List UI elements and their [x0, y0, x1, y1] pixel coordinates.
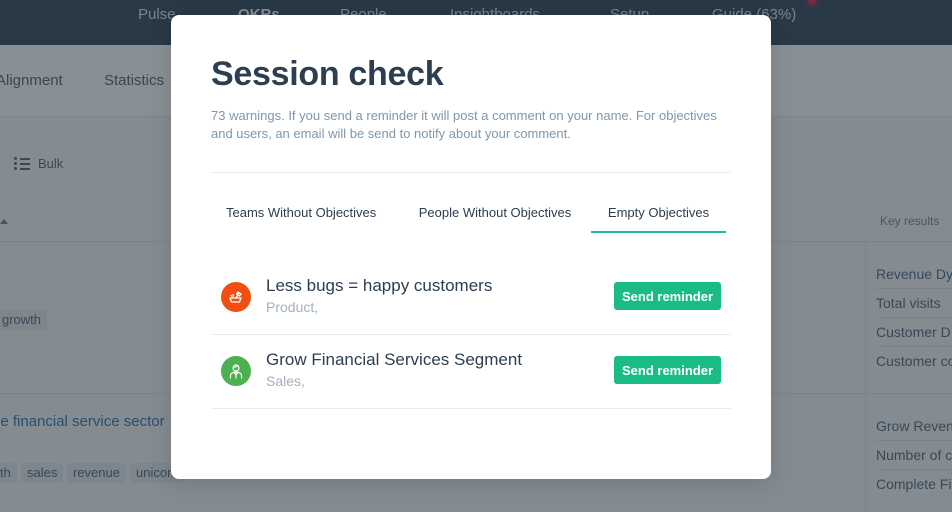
modal-divider — [211, 172, 731, 173]
objective-title[interactable]: Grow Financial Services Segment — [266, 350, 522, 370]
send-reminder-button[interactable]: Send reminder — [614, 282, 721, 310]
tab-teams-without-objectives[interactable]: Teams Without Objectives — [211, 197, 401, 233]
modal-tabs: Teams Without Objectives People Without … — [211, 197, 731, 233]
objective-team: Product, — [266, 299, 319, 315]
modal-description: 73 warnings. If you send a reminder it w… — [211, 108, 717, 141]
modal-title: Session check — [211, 55, 444, 93]
send-reminder-button[interactable]: Send reminder — [614, 356, 721, 384]
session-check-modal: Session check 73 warnings. If you send a… — [171, 15, 771, 479]
tab-people-without-objectives[interactable]: People Without Objectives — [400, 197, 590, 233]
tab-empty-objectives[interactable]: Empty Objectives — [591, 197, 726, 233]
person-icon — [221, 356, 251, 386]
list-item: Grow Financial Services Segment Sales, S… — [211, 335, 731, 409]
objective-team: Sales, — [266, 373, 305, 389]
bug-spray-icon — [221, 282, 251, 312]
list-item: Less bugs = happy customers Product, Sen… — [211, 261, 731, 335]
objective-title[interactable]: Less bugs = happy customers — [266, 276, 492, 296]
